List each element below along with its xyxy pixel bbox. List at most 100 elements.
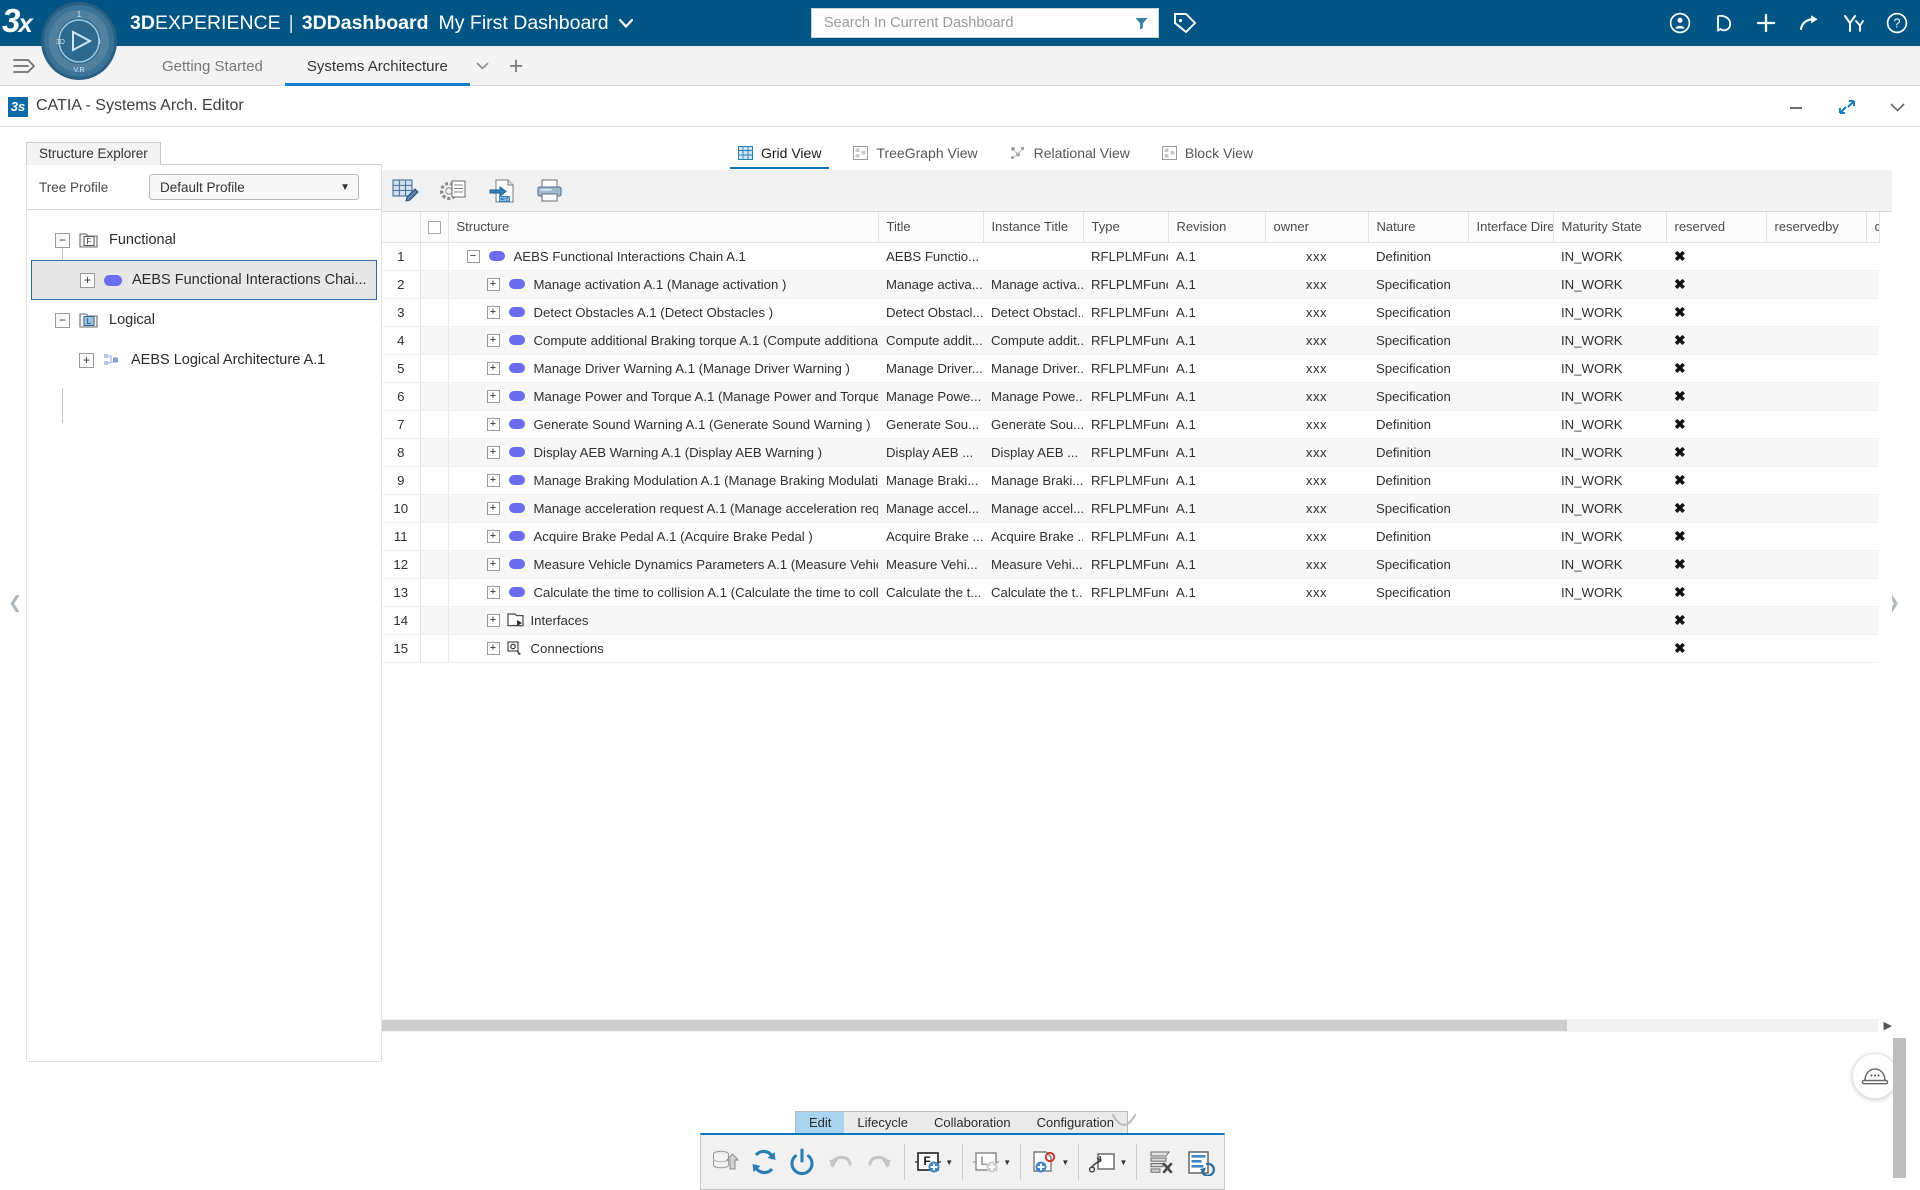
restore-button[interactable] bbox=[1837, 98, 1857, 116]
table-row[interactable]: 13+Calculate the time to collision A.1 (… bbox=[382, 578, 1879, 606]
hamburger-icon[interactable] bbox=[8, 54, 40, 78]
tag-icon[interactable] bbox=[1172, 9, 1198, 37]
edit-grid-icon[interactable] bbox=[386, 172, 426, 210]
column-header-select-all[interactable] bbox=[420, 212, 448, 242]
column-header-owner[interactable]: owner bbox=[1265, 212, 1368, 242]
row-expander-icon[interactable]: − bbox=[467, 250, 480, 263]
collaborate-icon[interactable] bbox=[1842, 12, 1865, 34]
table-row[interactable]: 7+Generate Sound Warning A.1 (Generate S… bbox=[382, 410, 1879, 438]
tab-systems-architecture[interactable]: Systems Architecture bbox=[285, 46, 470, 86]
export-csv-icon[interactable]: CSV bbox=[482, 172, 522, 210]
add-logical-icon[interactable]: L ▼ bbox=[969, 1139, 1014, 1185]
scrollbar-thumb[interactable] bbox=[382, 1020, 1567, 1031]
scroll-right-arrow-icon[interactable]: ▶ bbox=[1884, 1019, 1892, 1032]
tab-chevron-down-icon[interactable] bbox=[470, 46, 495, 86]
add-icon[interactable] bbox=[1755, 12, 1777, 34]
table-row[interactable]: 6+Manage Power and Torque A.1 (Manage Po… bbox=[382, 382, 1879, 410]
tree-expander-icon[interactable]: − bbox=[55, 313, 70, 328]
column-header-extra[interactable]: c bbox=[1866, 212, 1879, 242]
save-to-database-icon[interactable] bbox=[707, 1139, 744, 1185]
tree-expander-icon[interactable]: + bbox=[80, 273, 95, 288]
print-icon[interactable] bbox=[530, 172, 570, 210]
row-checkbox[interactable] bbox=[420, 270, 448, 298]
row-expander-icon[interactable]: + bbox=[487, 418, 500, 431]
row-checkbox[interactable] bbox=[420, 550, 448, 578]
chevron-down-icon[interactable]: ▼ bbox=[1003, 1158, 1011, 1167]
tab-treegraph-view[interactable]: TreeGraph View bbox=[837, 137, 993, 169]
tree-node-aebs-logical-architecture[interactable]: + AEBS Logical Architecture A.1 bbox=[27, 340, 381, 380]
row-expander-icon[interactable]: + bbox=[487, 642, 500, 655]
share-icon[interactable] bbox=[1798, 12, 1821, 34]
more-options-chevron-icon[interactable] bbox=[1889, 102, 1906, 113]
column-header-interface-direction[interactable]: Interface Direc... bbox=[1468, 212, 1553, 242]
chevron-down-icon[interactable]: ▼ bbox=[1120, 1158, 1128, 1167]
row-expander-icon[interactable]: + bbox=[487, 474, 500, 487]
tree-profile-select[interactable]: Default Profile ▼ bbox=[149, 174, 359, 200]
column-header-type[interactable]: Type bbox=[1083, 212, 1168, 242]
tab-grid-view[interactable]: Grid View bbox=[722, 137, 837, 169]
3dexperience-compass[interactable]: 3D i 1 V.R bbox=[38, 0, 120, 82]
row-checkbox[interactable] bbox=[420, 382, 448, 410]
row-checkbox[interactable] bbox=[420, 438, 448, 466]
power-close-icon[interactable] bbox=[784, 1139, 821, 1185]
column-header-reserved[interactable]: reserved bbox=[1666, 212, 1766, 242]
column-header-nature[interactable]: Nature bbox=[1368, 212, 1468, 242]
dashboard-search-box[interactable]: Search In Current Dashboard bbox=[811, 8, 1159, 38]
chevron-down-icon[interactable]: ▼ bbox=[945, 1158, 953, 1167]
row-checkbox[interactable] bbox=[420, 634, 448, 662]
column-header-reservedby[interactable]: reservedby bbox=[1766, 212, 1866, 242]
row-checkbox[interactable] bbox=[420, 606, 448, 634]
table-row[interactable]: 14+Interfaces✖ bbox=[382, 606, 1879, 634]
action-tab-collaboration[interactable]: Collaboration bbox=[921, 1112, 1024, 1133]
table-row[interactable]: 9+Manage Braking Modulation A.1 (Manage … bbox=[382, 466, 1879, 494]
row-checkbox[interactable] bbox=[420, 410, 448, 438]
action-bar-collapse-chevron-icon[interactable] bbox=[1110, 1112, 1138, 1128]
user-account-icon[interactable] bbox=[1669, 12, 1691, 34]
vertical-scrollbar-right[interactable] bbox=[1893, 1038, 1906, 1178]
row-expander-icon[interactable]: + bbox=[487, 530, 500, 543]
chevron-down-icon[interactable]: ▼ bbox=[1061, 1158, 1069, 1167]
structure-explorer-tab[interactable]: Structure Explorer bbox=[26, 142, 161, 165]
row-expander-icon[interactable]: + bbox=[487, 334, 500, 347]
refresh-icon[interactable] bbox=[746, 1139, 783, 1185]
column-header-instance-title[interactable]: Instance Title bbox=[983, 212, 1083, 242]
row-expander-icon[interactable]: + bbox=[487, 278, 500, 291]
add-port-icon[interactable]: ▼ bbox=[1027, 1139, 1072, 1185]
select-all-checkbox[interactable] bbox=[428, 221, 441, 234]
tab-relational-view[interactable]: Relational View bbox=[994, 137, 1146, 169]
row-checkbox[interactable] bbox=[420, 298, 448, 326]
tree-node-functional[interactable]: − F Functional bbox=[27, 220, 381, 260]
table-row[interactable]: 2+Manage activation A.1 (Manage activati… bbox=[382, 270, 1879, 298]
column-header-structure[interactable]: Structure bbox=[448, 212, 878, 242]
column-header-title[interactable]: Title bbox=[878, 212, 983, 242]
delete-row-icon[interactable] bbox=[1143, 1139, 1180, 1185]
tree-node-aebs-functional-interactions-chain[interactable]: + AEBS Functional Interactions Chai... bbox=[31, 260, 377, 300]
tab-block-view[interactable]: Block View bbox=[1146, 137, 1269, 169]
table-row[interactable]: 1−AEBS Functional Interactions Chain A.1… bbox=[382, 242, 1879, 270]
column-header-revision[interactable]: Revision bbox=[1168, 212, 1265, 242]
horizontal-scrollbar[interactable]: ▶ bbox=[382, 1019, 1878, 1032]
row-checkbox[interactable] bbox=[420, 466, 448, 494]
undo-icon[interactable] bbox=[823, 1139, 860, 1185]
row-checkbox[interactable] bbox=[420, 522, 448, 550]
configure-columns-icon[interactable] bbox=[434, 172, 474, 210]
add-tab-button[interactable]: + bbox=[495, 46, 538, 86]
table-row[interactable]: 5+Manage Driver Warning A.1 (Manage Driv… bbox=[382, 354, 1879, 382]
filter-funnel-icon[interactable] bbox=[1134, 16, 1158, 31]
action-tab-edit[interactable]: Edit bbox=[796, 1112, 844, 1133]
collapse-left-panel-arrow[interactable]: ❮ bbox=[8, 593, 22, 613]
tree-node-logical[interactable]: − L Logical bbox=[27, 300, 381, 340]
row-checkbox[interactable] bbox=[420, 354, 448, 382]
row-checkbox[interactable] bbox=[420, 578, 448, 606]
row-expander-icon[interactable]: + bbox=[487, 586, 500, 599]
replace-row-icon[interactable] bbox=[1182, 1139, 1219, 1185]
row-expander-icon[interactable]: + bbox=[487, 362, 500, 375]
help-icon[interactable]: ? bbox=[1886, 12, 1908, 34]
row-expander-icon[interactable]: + bbox=[487, 446, 500, 459]
chevron-down-icon[interactable] bbox=[619, 19, 633, 28]
table-row[interactable]: 12+Measure Vehicle Dynamics Parameters A… bbox=[382, 550, 1879, 578]
tree-expander-icon[interactable]: + bbox=[79, 353, 94, 368]
table-row[interactable]: 4+Compute additional Braking torque A.1 … bbox=[382, 326, 1879, 354]
row-expander-icon[interactable]: + bbox=[487, 306, 500, 319]
row-expander-icon[interactable]: + bbox=[487, 614, 500, 627]
